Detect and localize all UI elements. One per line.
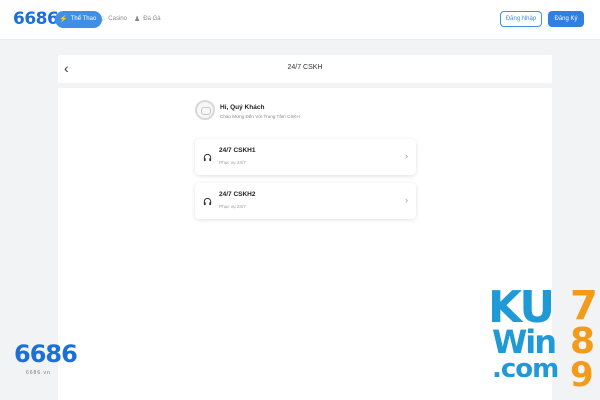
watermark-6686-sub: 6686.vn [26, 370, 51, 376]
logo-6686[interactable]: 6686 [13, 9, 59, 29]
support-item-subtitle: Phục vụ 24/7 [219, 204, 246, 209]
watermark-digit-9: 9 [570, 355, 594, 395]
register-button[interactable]: Đăng Ký [548, 11, 584, 27]
support-item-cskh2[interactable]: 24/7 CSKH2 Phục vụ 24/7 › [195, 183, 416, 219]
top-nav: 6686 ⚡ Thể Thao ♧ Casino ♟ Đá Gà Đăng Nh… [0, 0, 600, 40]
nav-tab-label: Casino [108, 16, 127, 22]
chevron-right-icon: › [405, 195, 408, 205]
nav-tab-label: Thể Thao [70, 16, 97, 22]
watermark-com-text: .com [492, 354, 559, 384]
watermark-6686-logo: 6686 [14, 340, 78, 368]
greeting-subtitle: Chào Mừng Đến Với Trung Tâm CSKH [220, 114, 300, 119]
nav-tab-label: Đá Gà [143, 16, 161, 22]
headphones-icon [203, 197, 212, 208]
casino-icon: ♧ [99, 16, 106, 23]
watermark-digit-7: 7 [570, 283, 598, 329]
support-item-name: 24/7 CSKH2 [219, 191, 256, 198]
lightning-icon: ⚡ [59, 16, 68, 23]
nav-tab-casino[interactable]: ♧ Casino [95, 11, 133, 28]
login-button[interactable]: Đăng Nhập [500, 11, 542, 27]
headphones-icon-svg [203, 197, 212, 206]
avatar [195, 100, 215, 120]
headphones-icon [203, 153, 212, 164]
headphones-icon-svg [203, 153, 212, 162]
page-title: 24/7 CSKH [287, 64, 323, 71]
support-item-cskh1[interactable]: 24/7 CSKH1 Phục vụ 24/7 › [195, 139, 416, 175]
nav-tab-da-ga[interactable]: ♟ Đá Gà [130, 11, 167, 28]
chevron-right-icon: › [405, 151, 408, 161]
content-panel [58, 88, 552, 400]
rooster-icon: ♟ [134, 16, 141, 23]
page-header: ‹ 24/7 CSKH [58, 55, 552, 83]
greeting-title: Hi, Quý Khách [220, 104, 265, 111]
support-item-subtitle: Phục vụ 24/7 [219, 160, 246, 165]
watermark-ku789-logo: KU Win .com 7 8 9 [488, 286, 600, 396]
support-item-name: 24/7 CSKH1 [219, 147, 256, 154]
